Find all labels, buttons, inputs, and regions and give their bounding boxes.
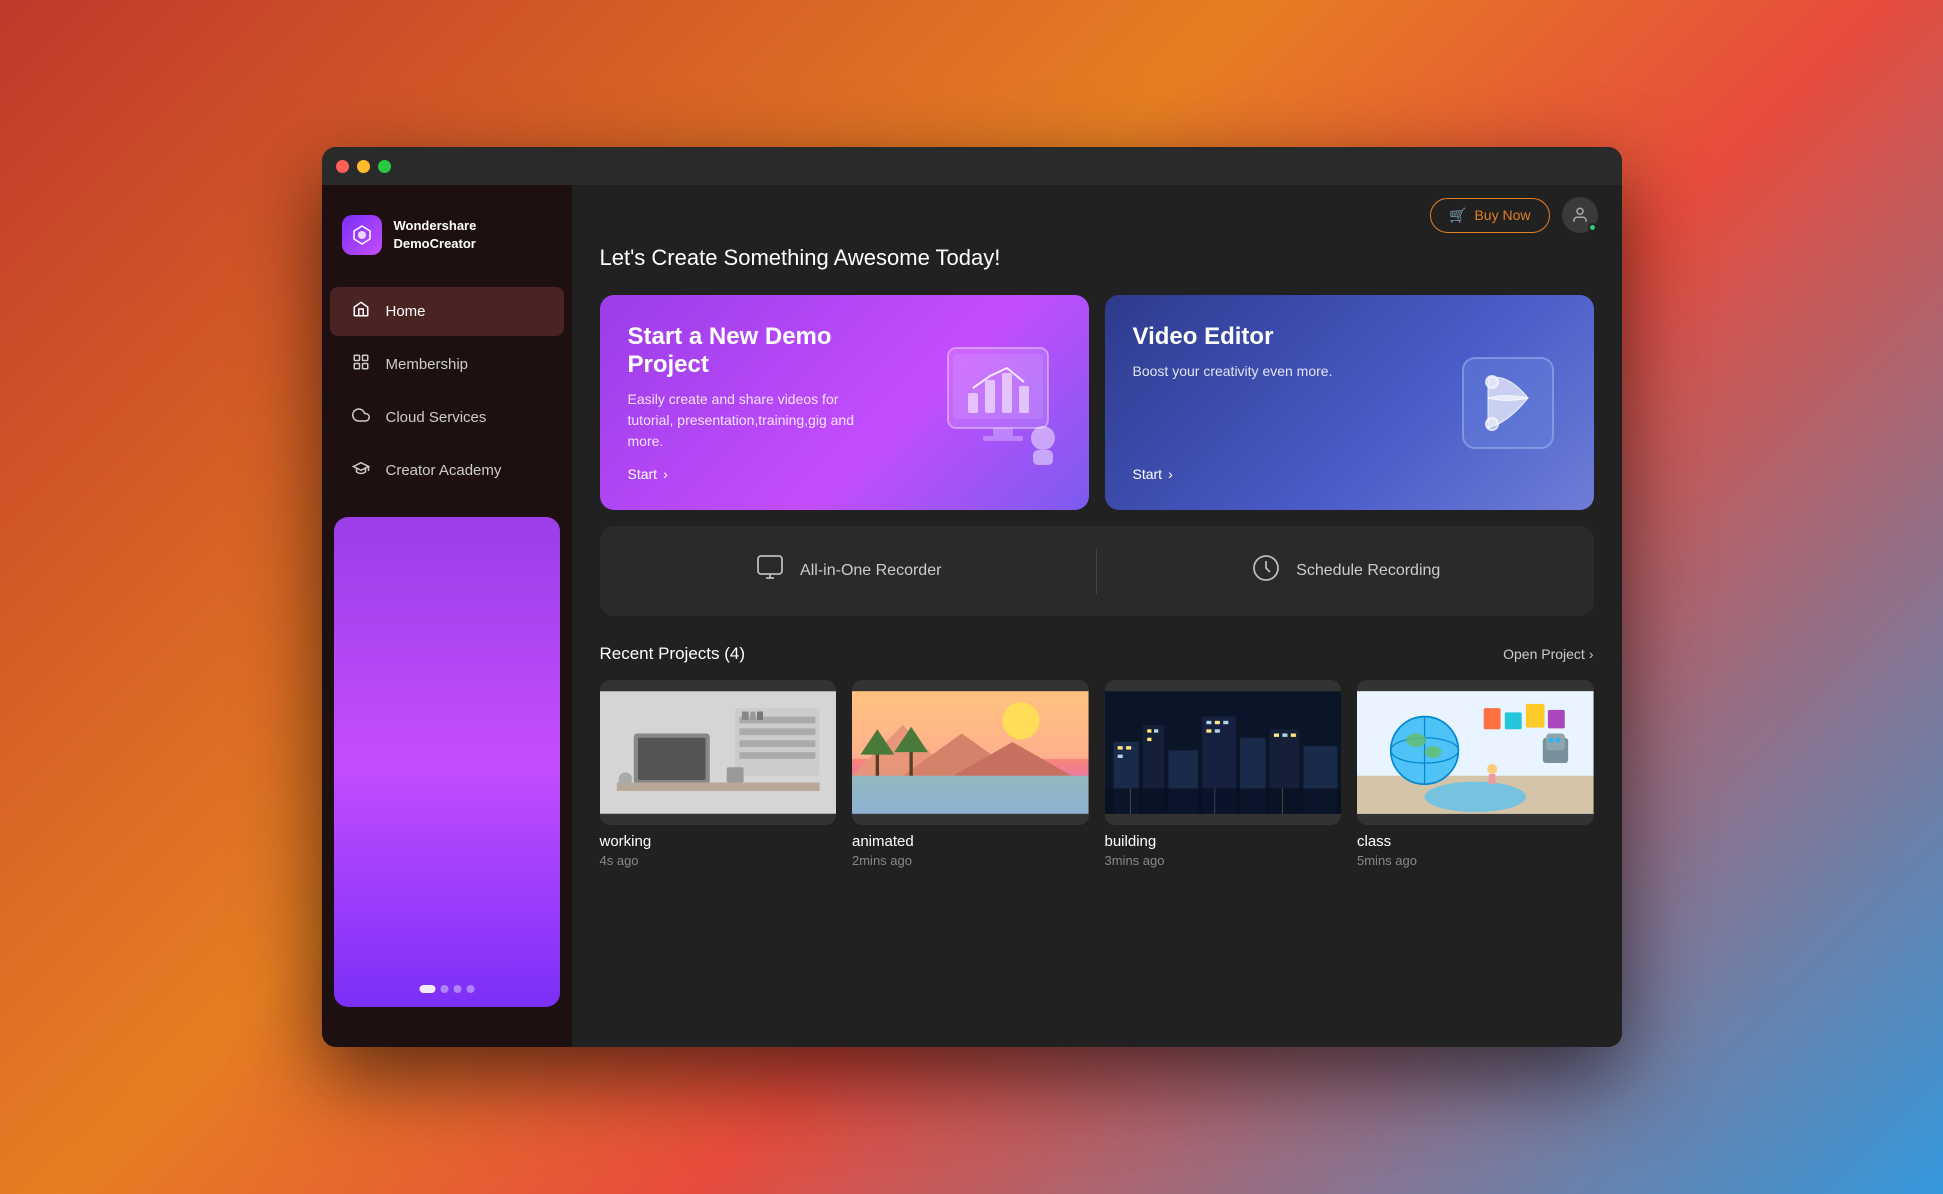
creator-academy-label: Creator Academy <box>386 462 502 479</box>
video-editor-card[interactable]: Video Editor Boost your creativity even … <box>1105 295 1594 510</box>
recent-projects-header: Recent Projects (4) Open Project › <box>600 644 1594 664</box>
promo-dot-3 <box>453 985 461 993</box>
user-icon <box>1571 206 1589 224</box>
project-card-animated[interactable]: animated 2mins ago <box>852 680 1089 868</box>
video-editor-title: Video Editor <box>1133 323 1393 351</box>
membership-icon <box>350 353 372 376</box>
home-icon <box>350 300 372 323</box>
demo-project-card[interactable]: Start a New Demo Project Easily create a… <box>600 295 1089 510</box>
editor-illustration <box>1438 338 1578 468</box>
sidebar-item-creator-academy[interactable]: Creator Academy <box>330 446 564 495</box>
app-logo-icon <box>342 215 382 255</box>
demo-project-title: Start a New Demo Project <box>628 323 888 379</box>
app-logo-text: Wondershare DemoCreator <box>394 217 477 253</box>
sidebar-promo-banner <box>334 517 560 1007</box>
promo-dot-1 <box>419 985 435 993</box>
sidebar: Wondershare DemoCreator Home <box>322 185 572 1047</box>
project-time-animated: 2mins ago <box>852 853 1089 868</box>
traffic-lights <box>336 160 391 173</box>
demo-project-start[interactable]: Start › <box>628 466 1061 482</box>
titlebar <box>322 147 1622 185</box>
user-account-button[interactable] <box>1562 197 1598 233</box>
app-window: Wondershare DemoCreator Home <box>322 147 1622 1047</box>
demo-project-description: Easily create and share videos for tutor… <box>628 389 888 452</box>
project-thumb-class <box>1357 680 1594 825</box>
membership-label: Membership <box>386 356 469 373</box>
buy-now-label: Buy Now <box>1474 207 1530 223</box>
academy-icon <box>350 459 372 482</box>
promo-dots <box>419 985 474 993</box>
project-name-building: building <box>1105 833 1342 850</box>
project-name-working: working <box>600 833 837 850</box>
maximize-button[interactable] <box>378 160 391 173</box>
demo-illustration <box>933 338 1073 468</box>
schedule-recording-button[interactable]: Schedule Recording <box>1097 526 1594 616</box>
arrow-right-icon: › <box>663 466 668 482</box>
project-thumb-working <box>600 680 837 825</box>
hero-cards: Start a New Demo Project Easily create a… <box>600 295 1594 510</box>
open-project-link[interactable]: Open Project › <box>1503 646 1593 662</box>
project-thumb-animated <box>852 680 1089 825</box>
sidebar-item-membership[interactable]: Membership <box>330 340 564 389</box>
all-in-one-recorder-button[interactable]: All-in-One Recorder <box>600 526 1097 616</box>
sidebar-item-home[interactable]: Home <box>330 287 564 336</box>
page-title: Let's Create Something Awesome Today! <box>600 245 1594 271</box>
project-card-building[interactable]: building 3mins ago <box>1105 680 1342 868</box>
project-grid: working 4s ago <box>600 680 1594 868</box>
recorder-row: All-in-One Recorder Schedule Recording <box>600 526 1594 616</box>
schedule-label: Schedule Recording <box>1296 562 1440 580</box>
cloud-icon <box>350 406 372 429</box>
recent-projects-title: Recent Projects (4) <box>600 644 746 664</box>
buy-now-button[interactable]: 🛒 Buy Now <box>1430 198 1549 233</box>
close-button[interactable] <box>336 160 349 173</box>
main-content: 🛒 Buy Now Let's Create Something Awesome… <box>572 185 1622 1047</box>
minimize-button[interactable] <box>357 160 370 173</box>
video-editor-description: Boost your creativity even more. <box>1133 361 1393 382</box>
arrow-right-icon-2: › <box>1168 466 1173 482</box>
project-time-working: 4s ago <box>600 853 837 868</box>
app-body: Wondershare DemoCreator Home <box>322 185 1622 1047</box>
cart-icon: 🛒 <box>1449 207 1466 224</box>
topbar: 🛒 Buy Now <box>572 185 1622 245</box>
home-label: Home <box>386 303 426 320</box>
promo-dot-2 <box>440 985 448 993</box>
monitor-recorder-icon <box>754 552 786 591</box>
project-time-class: 5mins ago <box>1357 853 1594 868</box>
logo-area: Wondershare DemoCreator <box>322 205 572 285</box>
project-name-animated: animated <box>852 833 1089 850</box>
project-card-working[interactable]: working 4s ago <box>600 680 837 868</box>
video-editor-start[interactable]: Start › <box>1133 466 1566 482</box>
online-status-dot <box>1588 223 1597 232</box>
sidebar-item-cloud-services[interactable]: Cloud Services <box>330 393 564 442</box>
project-card-class[interactable]: class 5mins ago <box>1357 680 1594 868</box>
project-thumb-building <box>1105 680 1342 825</box>
clock-icon <box>1250 552 1282 591</box>
project-time-building: 3mins ago <box>1105 853 1342 868</box>
chevron-right-icon: › <box>1589 646 1594 662</box>
cloud-services-label: Cloud Services <box>386 409 487 426</box>
all-in-one-label: All-in-One Recorder <box>800 562 941 580</box>
project-name-class: class <box>1357 833 1594 850</box>
promo-dot-4 <box>466 985 474 993</box>
content-area: Let's Create Something Awesome Today! St… <box>572 245 1622 1047</box>
